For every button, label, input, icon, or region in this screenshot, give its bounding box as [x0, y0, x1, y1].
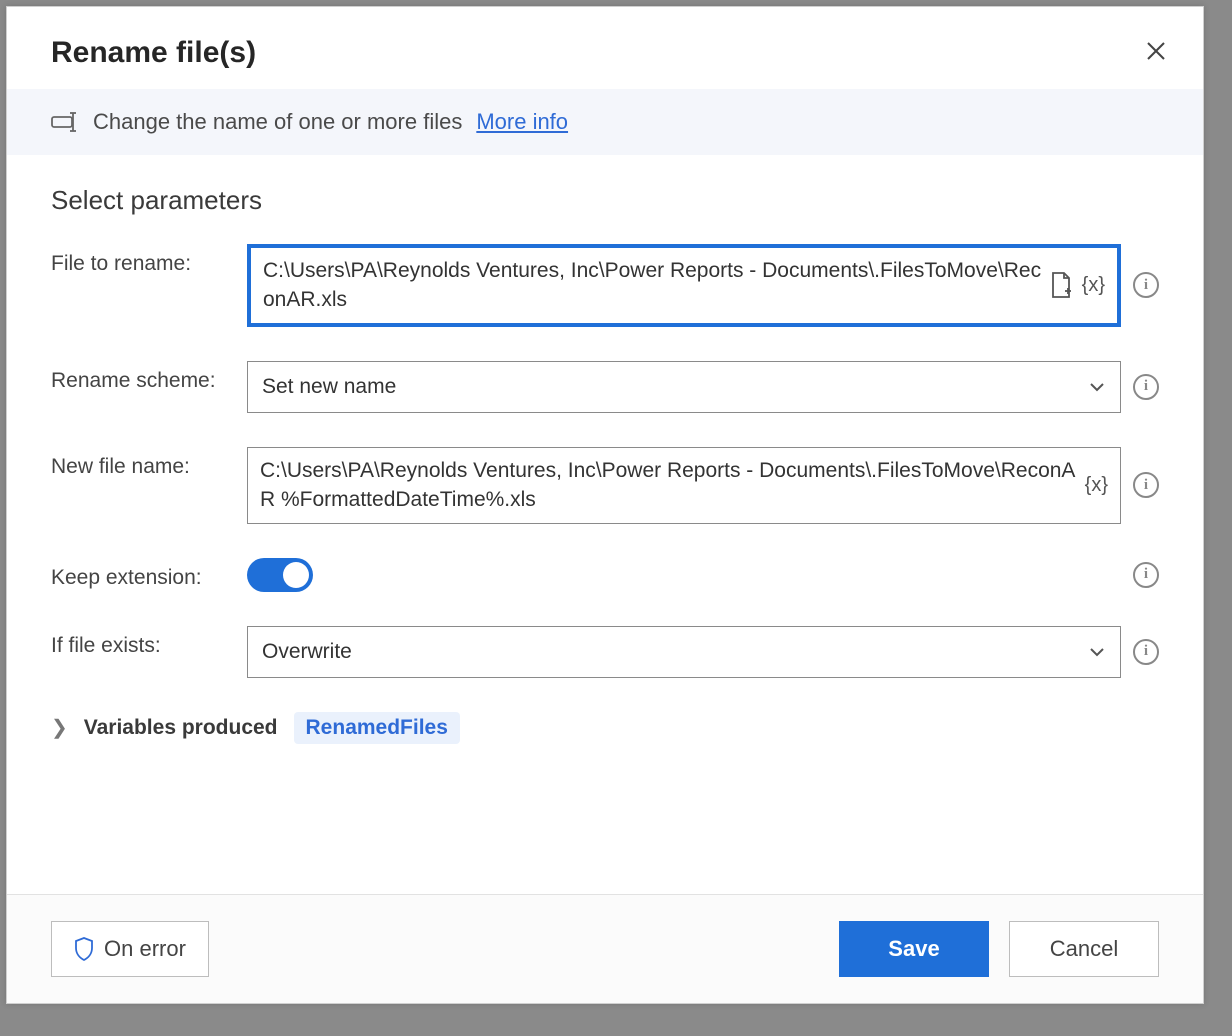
info-icon[interactable]: i [1133, 639, 1159, 665]
variables-produced-row[interactable]: ❯ Variables produced RenamedFiles [51, 712, 1159, 744]
row-keep-extension: Keep extension: i [51, 558, 1159, 592]
input-new-file-name[interactable]: C:\Users\PA\Reynolds Ventures, Inc\Power… [247, 447, 1121, 524]
select-if-file-exists[interactable]: Overwrite [247, 626, 1121, 678]
row-if-file-exists: If file exists: Overwrite i [51, 626, 1159, 678]
cancel-label: Cancel [1050, 936, 1118, 962]
variable-chip[interactable]: RenamedFiles [294, 712, 460, 744]
variable-picker-icon[interactable]: {x} [1082, 274, 1105, 297]
save-label: Save [888, 936, 939, 962]
section-title: Select parameters [51, 185, 1159, 216]
info-icon[interactable]: i [1133, 472, 1159, 498]
label-file-to-rename: File to rename: [51, 244, 231, 276]
dialog-body: Select parameters File to rename: C:\Use… [7, 155, 1203, 894]
value-new-file-name: C:\Users\PA\Reynolds Ventures, Inc\Power… [260, 456, 1077, 515]
input-file-to-rename[interactable]: C:\Users\PA\Reynolds Ventures, Inc\Power… [247, 244, 1121, 327]
chevron-right-icon: ❯ [51, 715, 68, 740]
description-bar: Change the name of one or more files Mor… [7, 89, 1203, 155]
chevron-down-icon [1088, 643, 1106, 661]
chevron-down-icon [1088, 378, 1106, 396]
label-rename-scheme: Rename scheme: [51, 361, 231, 393]
dialog-title: Rename file(s) [51, 36, 256, 70]
save-button[interactable]: Save [839, 921, 989, 977]
toggle-knob [283, 562, 309, 588]
row-new-file-name: New file name: C:\Users\PA\Reynolds Vent… [51, 447, 1159, 524]
value-rename-scheme: Set new name [262, 375, 396, 399]
description-text: Change the name of one or more files [93, 109, 462, 135]
info-icon[interactable]: i [1133, 374, 1159, 400]
label-keep-extension: Keep extension: [51, 558, 231, 590]
value-if-file-exists: Overwrite [262, 640, 352, 664]
variables-produced-label: Variables produced [84, 716, 278, 740]
variable-picker-icon[interactable]: {x} [1085, 474, 1108, 497]
close-button[interactable] [1137, 35, 1175, 71]
rename-icon [51, 111, 79, 133]
dialog-header: Rename file(s) [7, 7, 1203, 89]
more-info-link[interactable]: More info [476, 109, 568, 135]
row-rename-scheme: Rename scheme: Set new name i [51, 361, 1159, 413]
info-icon[interactable]: i [1133, 272, 1159, 298]
info-icon[interactable]: i [1133, 562, 1159, 588]
select-rename-scheme[interactable]: Set new name [247, 361, 1121, 413]
label-new-file-name: New file name: [51, 447, 231, 479]
row-file-to-rename: File to rename: C:\Users\PA\Reynolds Ven… [51, 244, 1159, 327]
label-if-file-exists: If file exists: [51, 626, 231, 658]
value-file-to-rename: C:\Users\PA\Reynolds Ventures, Inc\Power… [263, 256, 1042, 315]
on-error-label: On error [104, 936, 186, 962]
on-error-button[interactable]: On error [51, 921, 209, 977]
dialog-footer: On error Save Cancel [7, 894, 1203, 1003]
shield-icon [74, 937, 94, 961]
rename-files-dialog: Rename file(s) Change the name of one or… [6, 6, 1204, 1004]
cancel-button[interactable]: Cancel [1009, 921, 1159, 977]
toggle-keep-extension[interactable] [247, 558, 313, 592]
file-picker-icon[interactable] [1050, 272, 1072, 298]
close-icon [1145, 40, 1167, 62]
